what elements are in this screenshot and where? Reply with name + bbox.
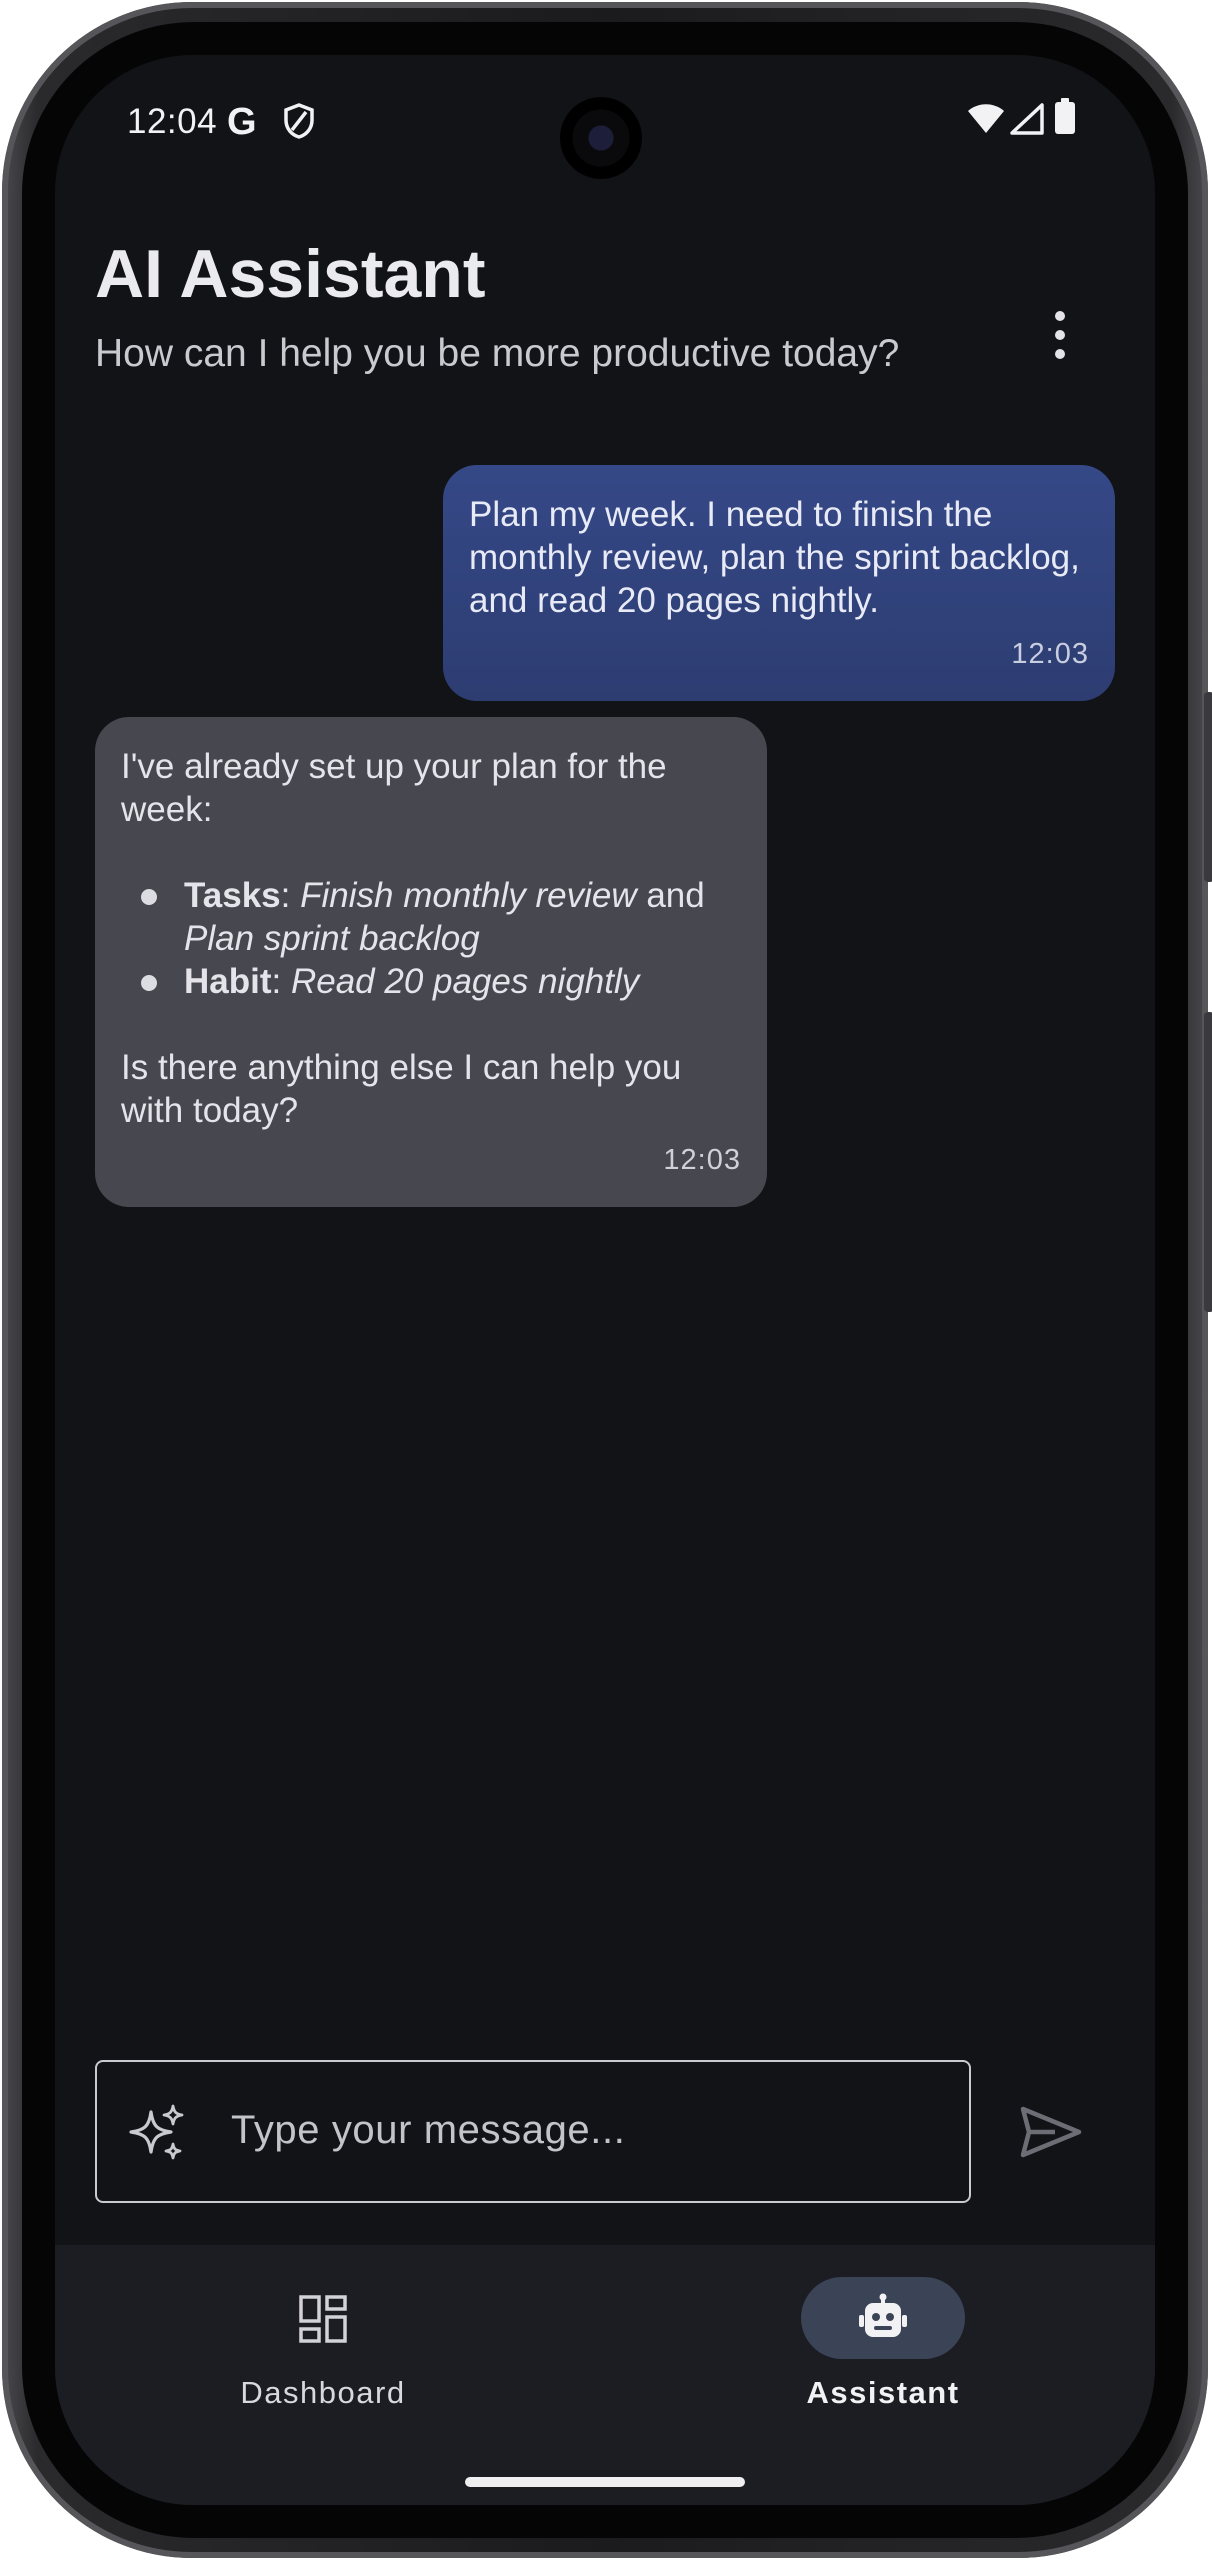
list-item: Habit: Read 20 pages nightly [121, 960, 741, 1003]
send-button[interactable] [1015, 2097, 1085, 2167]
wifi-icon [968, 104, 1004, 133]
label-separator: : [271, 962, 291, 1001]
message-outro: Is there anything else I can help you wi… [121, 1048, 682, 1130]
more-vert-icon-dot [1055, 311, 1065, 321]
more-options-button[interactable] [1040, 305, 1080, 365]
page-title: AI Assistant [95, 236, 486, 312]
task-name: Plan sprint backlog [184, 919, 480, 958]
message-time: 12:03 [1011, 638, 1089, 670]
nav-label: Assistant [806, 2375, 960, 2410]
shield-icon [284, 103, 314, 139]
front-camera [560, 97, 642, 179]
signal-icon [1010, 103, 1044, 135]
list-item-label: Tasks [184, 876, 281, 915]
plan-list: Tasks: Finish monthly review and Plan sp… [121, 874, 741, 1003]
nav-label: Dashboard [240, 2375, 406, 2410]
phone-frame: 12:04 G AI Assistant How can I help you … [2, 2, 1212, 2558]
joiner-text: and [636, 876, 705, 915]
user-message-bubble: Plan my week. I need to finish the month… [443, 465, 1115, 701]
robot-icon [859, 2293, 907, 2337]
bottom-navigation: Dashboard Assistant [55, 2245, 1155, 2505]
assistant-message-bubble: I've already set up your plan for the we… [95, 717, 767, 1207]
home-indicator[interactable] [465, 2477, 745, 2487]
more-vert-icon-dot [1055, 349, 1065, 359]
message-input[interactable]: Type your message... [95, 2060, 971, 2203]
page-subtitle: How can I help you be more productive to… [95, 332, 900, 375]
list-item: Tasks: Finish monthly review and Plan sp… [121, 874, 741, 960]
google-icon: G [227, 101, 257, 143]
nav-item-assistant[interactable]: Assistant [733, 2245, 1033, 2415]
battery-icon [1055, 98, 1075, 134]
message-intro: I've already set up your plan for the we… [121, 747, 667, 829]
more-vert-icon-dot [1055, 330, 1065, 340]
status-bar: 12:04 G [55, 55, 1155, 185]
volume-button [1204, 692, 1212, 882]
nav-item-dashboard[interactable]: Dashboard [173, 2245, 473, 2415]
power-button [1204, 1012, 1212, 1312]
message-time: 12:03 [663, 1144, 741, 1176]
app-screen: 12:04 G AI Assistant How can I help you … [55, 55, 1155, 2505]
input-placeholder: Type your message... [231, 2108, 626, 2152]
message-text: Plan my week. I need to finish the month… [469, 495, 1080, 620]
habit-name: Read 20 pages nightly [290, 962, 640, 1001]
task-name: Finish monthly review [300, 876, 637, 915]
send-icon [1020, 2106, 1082, 2158]
sparkle-icon [129, 2104, 184, 2160]
dashboard-icon [299, 2295, 347, 2343]
label-separator: : [280, 876, 301, 915]
status-time: 12:04 [127, 102, 218, 141]
list-item-label: Habit [184, 962, 272, 1001]
